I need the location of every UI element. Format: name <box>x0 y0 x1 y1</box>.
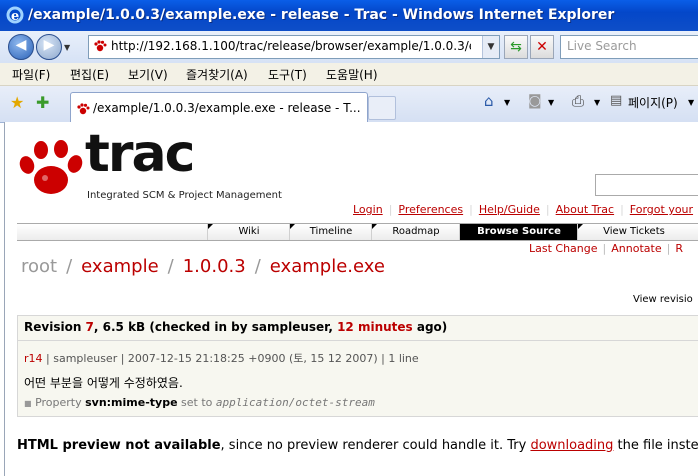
print-icon[interactable]: ⎙ <box>572 92 584 110</box>
trac-paw-logo-icon <box>19 140 83 194</box>
window-title: /example/1.0.0.3/example.exe - release -… <box>28 7 615 23</box>
trac-paw-favicon-icon <box>94 40 107 52</box>
menu-help[interactable]: 도움말(H) <box>326 66 378 83</box>
property-change: ■ Property svn:mime-type set to applicat… <box>24 396 375 409</box>
feeds-icon[interactable]: ◙ <box>528 93 542 109</box>
logo-subtitle: Integrated SCM & Project Management <box>87 190 282 201</box>
feeds-dropdown-icon[interactable]: ▼ <box>548 98 554 107</box>
forward-button[interactable]: ▶ <box>36 34 62 60</box>
revision-label: Revision <box>24 320 82 334</box>
breadcrumb-file[interactable]: example.exe <box>270 256 385 277</box>
stop-button[interactable]: ✕ <box>530 35 554 59</box>
add-favorite-icon[interactable]: ✚ <box>36 93 49 112</box>
back-button[interactable]: ◀ <box>8 34 34 60</box>
changeset-link[interactable]: r14 <box>24 352 43 365</box>
forward-arrow-icon: ▶ <box>43 37 55 53</box>
revision-info-box: Revision 7, 6.5 kB (checked in by sample… <box>17 315 698 417</box>
breadcrumb-version[interactable]: 1.0.0.3 <box>183 256 246 277</box>
help-guide-link[interactable]: Help/Guide <box>479 203 540 216</box>
about-trac-link[interactable]: About Trac <box>556 203 614 216</box>
nav-view-tickets[interactable]: View Tickets <box>577 224 690 240</box>
revision-number-link[interactable]: 7 <box>86 320 94 334</box>
menu-file[interactable]: 파일(F) <box>12 66 50 83</box>
breadcrumb-example[interactable]: example <box>81 256 158 277</box>
trac-logo[interactable]: trac Integrated SCM & Project Management <box>17 124 282 208</box>
logo-wordmark: trac <box>85 124 195 184</box>
page-menu[interactable]: 페이지(P) <box>628 94 678 111</box>
menu-bar: 파일(F) 편집(E) 보기(V) 즐겨찾기(A) 도구(T) 도움말(H) <box>0 63 698 86</box>
revision-age-link[interactable]: 12 minutes <box>337 320 413 334</box>
new-tab-button[interactable] <box>368 96 396 120</box>
nav-timeline[interactable]: Timeline <box>289 224 372 240</box>
nav-wiki[interactable]: Wiki <box>207 224 290 240</box>
search-placeholder: Live Search <box>567 39 637 53</box>
refresh-button[interactable]: ⇆ <box>504 35 528 59</box>
login-link[interactable]: Login <box>353 203 383 216</box>
favorites-star-icon[interactable]: ★ <box>10 93 24 112</box>
page-content: trac Integrated SCM & Project Management… <box>4 122 698 476</box>
nav-roadmap[interactable]: Roadmap <box>371 224 460 240</box>
home-icon[interactable]: ⌂ <box>484 92 494 110</box>
revision-log-link[interactable]: R <box>675 242 683 255</box>
bullet-icon: ■ <box>24 399 32 408</box>
trac-search-input[interactable] <box>595 174 698 196</box>
preview-notice: HTML preview not available, since no pre… <box>17 438 698 453</box>
nav-browse-source[interactable]: Browse Source <box>459 224 578 240</box>
annotate-link[interactable]: Annotate <box>611 242 661 255</box>
breadcrumb-root[interactable]: root <box>21 256 57 277</box>
stop-icon: ✕ <box>536 39 548 55</box>
revision-detail: , 6.5 kB (checked in by sampleuser, <box>93 320 338 334</box>
metanav: Login | Preferences | Help/Guide | About Trac |… <box>353 203 694 216</box>
tab-active[interactable]: /example/1.0.0.3/example.exe - release -… <box>70 92 368 123</box>
tab-bar: ★ ✚ /example/1.0.0.3/example.exe - relea… <box>0 86 698 123</box>
address-bar[interactable]: http://192.168.1.100/trac/release/browse… <box>88 35 500 59</box>
menu-favorites[interactable]: 즐겨찾기(A) <box>186 66 248 83</box>
preview-unavailable-label: HTML preview not available <box>17 438 221 453</box>
refresh-icon: ⇆ <box>510 39 522 55</box>
address-dropdown-icon[interactable]: ▼ <box>482 36 499 58</box>
changeset-meta: r14 | sampleuser | 2007-12-15 21:18:25 +… <box>24 352 419 365</box>
property-name: svn:mime-type <box>85 396 178 409</box>
svg-text:e: e <box>11 9 19 24</box>
search-input[interactable]: Live Search <box>560 35 698 59</box>
main-navigation: Wiki Timeline Roadmap Browse Source View… <box>17 223 698 241</box>
context-navigation: Last Change | Annotate | R <box>529 242 683 255</box>
view-revision-label[interactable]: View revisio <box>633 294 693 305</box>
print-dropdown-icon[interactable]: ▼ <box>594 98 600 107</box>
address-text: http://192.168.1.100/trac/release/browse… <box>111 39 471 53</box>
page-dropdown-icon[interactable]: ▼ <box>688 98 694 107</box>
path-breadcrumb: root / example/1.0.0.3/example.exe <box>21 256 385 277</box>
internet-explorer-icon: e <box>6 6 24 24</box>
tab-title: /example/1.0.0.3/example.exe - release -… <box>93 101 361 115</box>
home-dropdown-icon[interactable]: ▼ <box>504 98 510 107</box>
last-change-link[interactable]: Last Change <box>529 242 598 255</box>
menu-tools[interactable]: 도구(T) <box>268 66 307 83</box>
download-link[interactable]: downloading <box>530 438 613 453</box>
page-icon: ▤ <box>610 93 623 108</box>
preferences-link[interactable]: Preferences <box>398 203 463 216</box>
history-dropdown-icon[interactable]: ▼ <box>64 43 70 52</box>
commit-message: 어떤 부분을 어떻게 수정하였음. <box>24 376 183 390</box>
back-arrow-icon: ◀ <box>15 37 27 53</box>
revision-header: Revision 7, 6.5 kB (checked in by sample… <box>18 316 698 341</box>
window-titlebar: e /example/1.0.0.3/example.exe - release… <box>0 0 698 31</box>
trac-paw-tab-icon <box>77 103 90 115</box>
menu-view[interactable]: 보기(V) <box>128 66 168 83</box>
forgot-password-link[interactable]: Forgot your <box>630 203 693 216</box>
menu-edit[interactable]: 편집(E) <box>70 66 109 83</box>
address-toolbar: ◀ ▶ ▼ http://192.168.1.100/trac/release/… <box>0 31 698 64</box>
property-value: application/octet-stream <box>215 396 375 409</box>
